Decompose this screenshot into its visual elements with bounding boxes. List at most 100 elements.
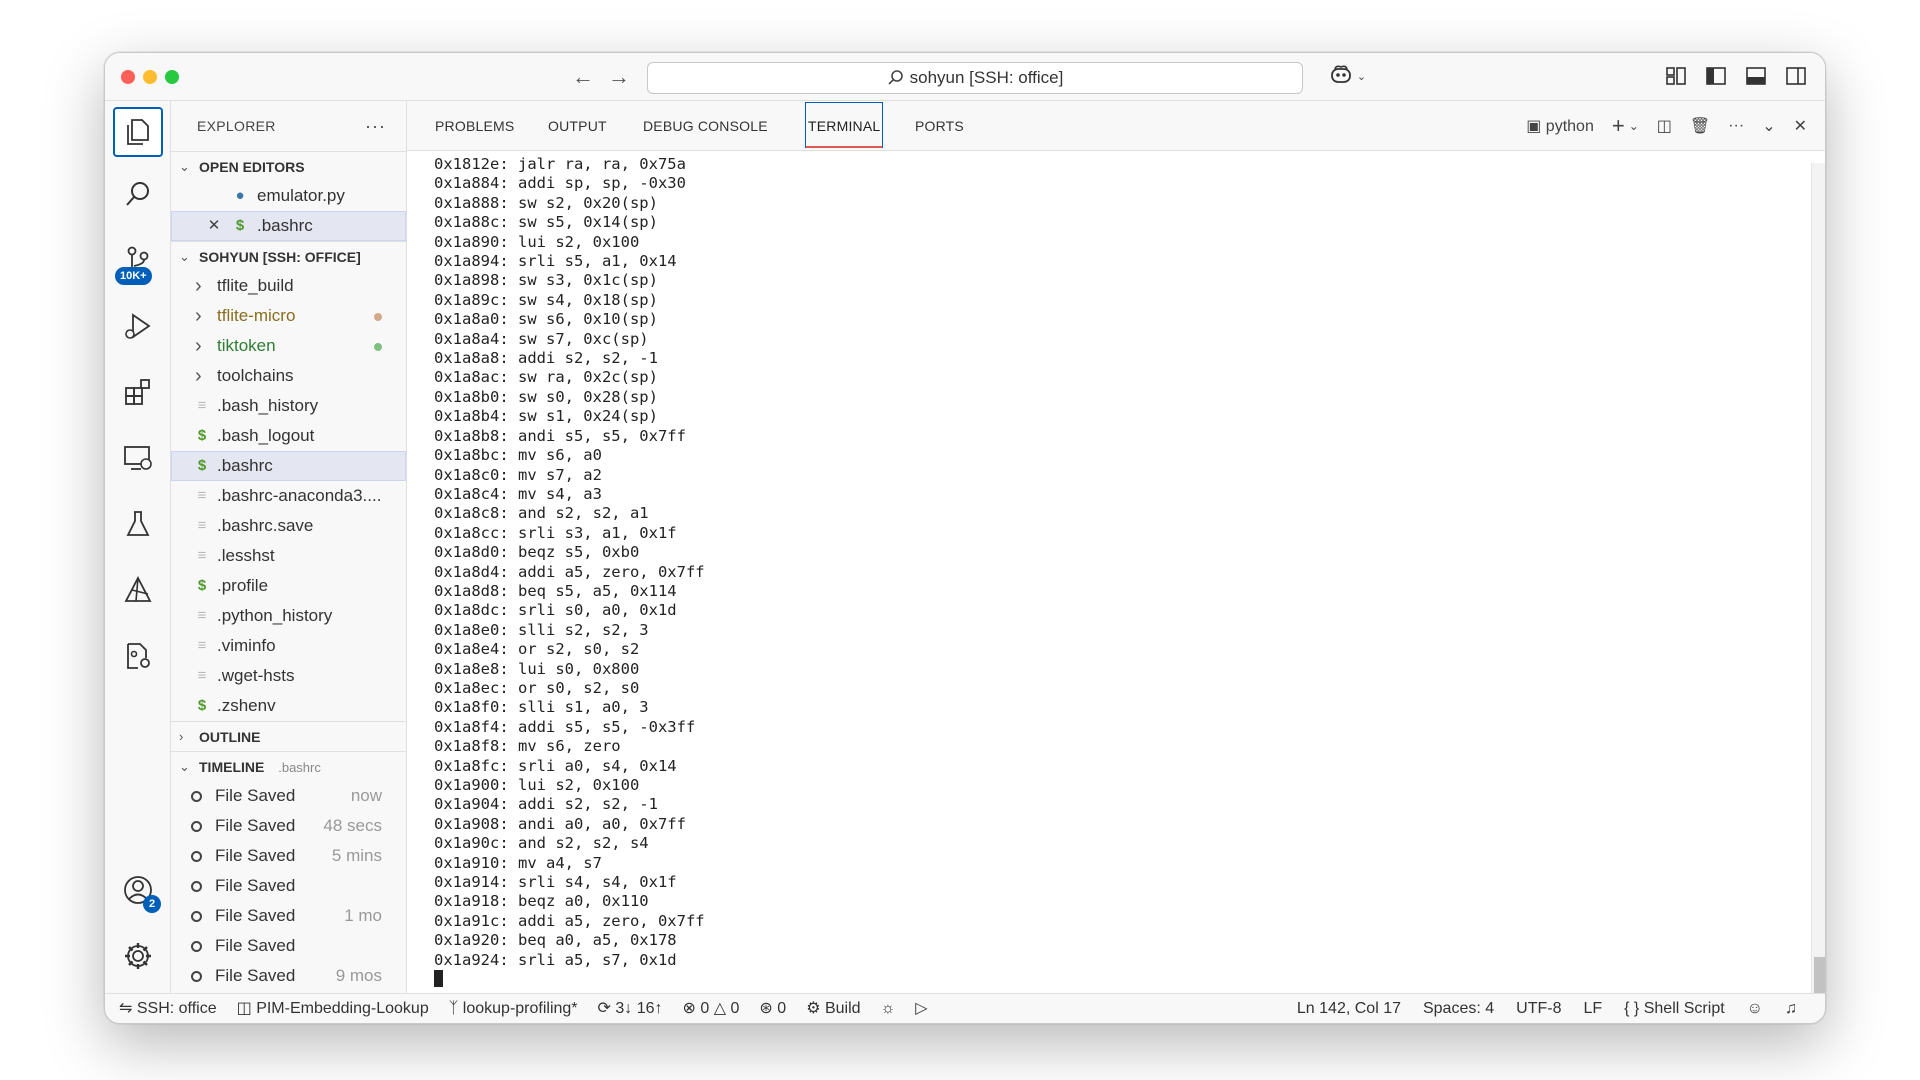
git-branch-icon: ᛉ <box>448 1000 459 1017</box>
tab-problems[interactable]: PROBLEMS <box>435 101 514 151</box>
source-control-activity[interactable]: 10K+ <box>113 235 163 285</box>
copilot-status[interactable]: ☺ <box>1747 994 1763 1023</box>
scrollbar-thumb[interactable] <box>1814 957 1825 993</box>
project-indicator[interactable]: ◫ PIM-Embedding-Lookup <box>237 994 429 1023</box>
sync-indicator[interactable]: ⟳ 3↓ 16↑ <box>598 994 663 1023</box>
debug-button[interactable]: ☼ <box>881 994 896 1023</box>
file-item[interactable]: $ .bash_logout <box>171 421 406 451</box>
maximize-panel-icon[interactable]: ⌄ <box>1762 116 1775 136</box>
cursor-position[interactable]: Ln 142, Col 17 <box>1297 994 1401 1023</box>
close-icon[interactable]: ✕ <box>207 211 221 241</box>
open-editor-item[interactable]: ✕ $ .bashrc <box>171 211 406 241</box>
testing-activity[interactable] <box>113 499 163 549</box>
indentation[interactable]: Spaces: 4 <box>1423 994 1494 1023</box>
zoom-window-button[interactable] <box>165 70 179 84</box>
remote-indicator[interactable]: ⇋ SSH: office <box>119 994 217 1023</box>
project-manager-activity[interactable] <box>113 631 163 681</box>
shell-file-icon: $ <box>197 427 207 444</box>
copilot-menu[interactable]: ⌄ <box>1329 64 1366 90</box>
folder-item[interactable]: › tflite-micro <box>171 301 406 331</box>
chevron-down-icon[interactable]: ⌄ <box>1629 119 1639 133</box>
folder-item[interactable]: › tiktoken <box>171 331 406 361</box>
open-editor-item[interactable]: ● emulator.py <box>171 181 406 211</box>
manage-activity[interactable] <box>113 931 163 981</box>
timeline-entry[interactable]: File Saved 9 mos <box>171 961 406 991</box>
toggle-secondary-sidebar-icon[interactable] <box>1785 65 1809 89</box>
timeline-entry[interactable]: File Saved 48 secs <box>171 811 406 841</box>
timeline-entry[interactable]: File Saved <box>171 931 406 961</box>
workspace-section[interactable]: ⌄ SOHYUN [SSH: OFFICE] <box>171 241 406 271</box>
customize-layout-icon[interactable] <box>1665 65 1689 89</box>
toggle-primary-sidebar-icon[interactable] <box>1705 65 1729 89</box>
circle-outline-icon <box>191 851 202 862</box>
tab-output[interactable]: OUTPUT <box>548 101 607 151</box>
timeline-label: File Saved <box>215 906 296 925</box>
shell-file-icon: $ <box>197 457 207 474</box>
search-activity[interactable] <box>113 169 163 219</box>
tab-ports[interactable]: PORTS <box>915 101 964 151</box>
git-status-dot <box>374 313 382 321</box>
timeline-time: 1 mo <box>344 906 382 925</box>
file-item[interactable]: ≡ .python_history <box>171 601 406 631</box>
command-center-search[interactable]: sohyun [SSH: office] <box>647 62 1303 94</box>
folder-item[interactable]: › toolchains <box>171 361 406 391</box>
timeline-file: .bashrc <box>278 760 321 775</box>
accounts-activity[interactable]: 2 <box>113 865 163 915</box>
file-item[interactable]: ≡ .bashrc.save <box>171 511 406 541</box>
outline-section[interactable]: › OUTLINE <box>171 721 406 751</box>
search-icon <box>126 182 149 206</box>
terminal-scrollbar[interactable] <box>1811 163 1825 993</box>
chevron-right-icon: › <box>195 275 202 297</box>
branch-indicator[interactable]: ᛉ lookup-profiling* <box>448 994 578 1023</box>
split-terminal-icon[interactable]: ◫ <box>1657 116 1672 136</box>
folder-item[interactable]: › tflite_build <box>171 271 406 301</box>
timeline-entry[interactable]: File Saved 1 mo <box>171 901 406 931</box>
file-item[interactable]: ≡ .bashrc-anaconda3.... <box>171 481 406 511</box>
terminal-output[interactable]: 0x1812e: jalr ra, ra, 0x75a 0x1a884: add… <box>407 151 1811 993</box>
timeline-label: File Saved <box>215 876 296 895</box>
explorer-activity[interactable] <box>113 107 163 157</box>
file-item[interactable]: $ .bashrc <box>171 451 406 481</box>
file-item[interactable]: $ .profile <box>171 571 406 601</box>
ports-indicator[interactable]: ⊛ 0 <box>759 994 786 1023</box>
timeline-entry[interactable]: File Saved now <box>171 781 406 811</box>
close-window-button[interactable] <box>121 70 135 84</box>
file-item[interactable]: ≡ .viminfo <box>171 631 406 661</box>
terminal-text: 0x1812e: jalr ra, ra, 0x75a 0x1a884: add… <box>434 155 705 969</box>
chevron-down-icon: ⌄ <box>179 159 190 174</box>
tfx-triangle-icon <box>124 576 152 602</box>
flask-icon <box>126 511 150 536</box>
notifications[interactable]: ♫ <box>1785 994 1797 1023</box>
open-editors-section[interactable]: ⌄ OPEN EDITORS <box>171 151 406 181</box>
file-item[interactable]: ≡ .bash_history <box>171 391 406 421</box>
run-button[interactable]: ▷ <box>915 994 927 1023</box>
more-actions-icon[interactable]: ··· <box>365 101 386 151</box>
file-item[interactable]: $ .zshenv <box>171 691 406 721</box>
build-button[interactable]: ⚙ Build <box>806 994 860 1023</box>
close-panel-icon[interactable]: ✕ <box>1794 116 1807 136</box>
forward-arrow-icon[interactable]: → <box>605 63 633 91</box>
tab-debug-console[interactable]: DEBUG CONSOLE <box>643 101 768 151</box>
remote-explorer-activity[interactable] <box>113 433 163 483</box>
extensions-activity[interactable] <box>113 367 163 417</box>
encoding[interactable]: UTF-8 <box>1516 994 1561 1023</box>
file-item[interactable]: ≡ .wget-hsts <box>171 661 406 691</box>
terminal-profile[interactable]: ▣ python <box>1526 116 1594 136</box>
run-debug-activity[interactable] <box>113 301 163 351</box>
line-ending[interactable]: LF <box>1583 994 1602 1023</box>
timeline-entry[interactable]: File Saved 5 mins <box>171 841 406 871</box>
more-actions-icon[interactable]: ··· <box>1728 117 1744 135</box>
tfx-activity[interactable] <box>113 565 163 615</box>
language-mode[interactable]: { } Shell Script <box>1624 994 1725 1023</box>
trash-icon[interactable]: 🗑 <box>1690 116 1710 136</box>
file-item[interactable]: ≡ .lesshst <box>171 541 406 571</box>
new-terminal-icon[interactable]: + <box>1612 113 1625 139</box>
tab-terminal[interactable]: TERMINAL <box>805 102 884 148</box>
timeline-section[interactable]: ⌄ TIMELINE .bashrc <box>171 751 406 781</box>
problems-indicator[interactable]: ⊗ 0 △ 0 <box>683 994 740 1023</box>
minimize-window-button[interactable] <box>143 70 157 84</box>
back-arrow-icon[interactable]: ← <box>569 63 597 91</box>
toggle-panel-icon[interactable] <box>1745 65 1769 89</box>
timeline-entry[interactable]: File Saved <box>171 871 406 901</box>
remote-label: SSH: office <box>136 1000 217 1017</box>
